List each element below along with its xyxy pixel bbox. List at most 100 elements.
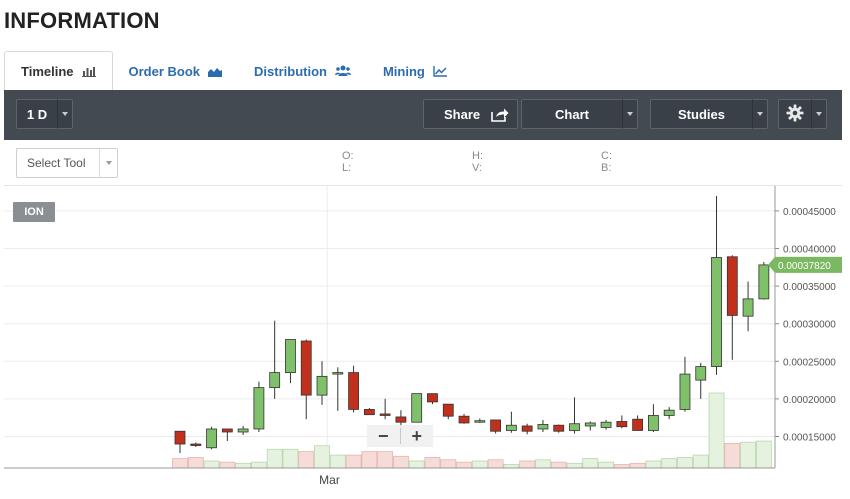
volume-bar bbox=[424, 457, 441, 469]
studies-dropdown-caret[interactable] bbox=[752, 99, 768, 129]
volume-bar bbox=[377, 451, 394, 469]
candle-up bbox=[316, 375, 328, 396]
candle-down bbox=[616, 421, 628, 428]
ohlc-readout-open-low: O: L: bbox=[342, 150, 354, 174]
y-tick-label: 0.00025000 bbox=[783, 357, 836, 368]
line-chart-icon bbox=[433, 65, 447, 77]
tab-distribution[interactable]: Distribution bbox=[238, 51, 367, 91]
volume-bar bbox=[408, 460, 425, 469]
candle-down bbox=[379, 413, 391, 416]
select-tool-dropdown[interactable]: Select Tool bbox=[16, 148, 118, 178]
symbol-badge[interactable]: ION bbox=[13, 202, 55, 222]
candle-down bbox=[490, 419, 502, 432]
users-icon bbox=[334, 65, 351, 77]
volume-bar bbox=[345, 454, 362, 469]
zoom-controls: − + bbox=[367, 425, 433, 447]
volume-bar bbox=[329, 454, 346, 469]
settings-button[interactable] bbox=[778, 99, 812, 129]
candle-up bbox=[332, 372, 344, 375]
volume-bar bbox=[613, 464, 630, 469]
volume-bar bbox=[566, 462, 583, 469]
x-tick-label: Mar bbox=[319, 473, 340, 487]
candle-down bbox=[174, 430, 186, 445]
interval-dropdown-caret[interactable] bbox=[57, 99, 73, 129]
volume-bar bbox=[535, 459, 551, 469]
candle-up bbox=[679, 373, 691, 410]
volume-bar bbox=[692, 454, 709, 469]
volume-bar bbox=[172, 458, 188, 469]
candle-up bbox=[206, 428, 217, 449]
share-icon bbox=[491, 107, 509, 125]
ohlc-readout-close-b: C: B: bbox=[601, 150, 612, 174]
ohlc-readout-high-volume: H: V: bbox=[472, 150, 483, 174]
tab-order-book-label: Order Book bbox=[128, 63, 201, 79]
y-tick-label: 0.00015000 bbox=[783, 433, 836, 444]
tab-bar: Timeline Order Book Distribution Mining bbox=[4, 51, 463, 91]
volume-bar bbox=[677, 457, 693, 469]
candle-down bbox=[395, 416, 407, 423]
y-tick-label: 0.00035000 bbox=[783, 282, 836, 293]
volume-bar bbox=[235, 462, 252, 469]
candle-up bbox=[474, 420, 486, 423]
candle-up bbox=[695, 366, 707, 381]
y-tick-label: 0.00040000 bbox=[783, 245, 836, 256]
ohlc-close-label: C: bbox=[601, 150, 612, 162]
candle-down bbox=[221, 428, 233, 433]
candle-up bbox=[758, 264, 770, 300]
candle-down bbox=[427, 393, 438, 403]
select-tool-caret bbox=[99, 149, 117, 177]
zoom-out-button[interactable]: − bbox=[367, 425, 400, 447]
tab-timeline-label: Timeline bbox=[21, 64, 74, 79]
studies-button[interactable]: Studies bbox=[650, 99, 753, 129]
zoom-in-button[interactable]: + bbox=[400, 425, 433, 447]
candle-down bbox=[632, 418, 644, 431]
candle-up bbox=[505, 424, 517, 431]
y-tick-label: 0.00030000 bbox=[783, 320, 836, 331]
volume-bar bbox=[219, 461, 236, 469]
candle-up bbox=[648, 415, 659, 431]
candle-down bbox=[300, 340, 312, 396]
volume-bar bbox=[724, 442, 741, 469]
candle-up bbox=[742, 298, 754, 317]
interval-button[interactable]: 1 D bbox=[16, 99, 58, 129]
page-title: INFORMATION bbox=[4, 8, 160, 33]
share-button[interactable]: Share bbox=[423, 99, 518, 129]
chart-type-button[interactable]: Chart bbox=[521, 99, 623, 129]
candle-down bbox=[726, 256, 738, 316]
volume-bar bbox=[203, 460, 220, 469]
chart-toolbar: 1 D Share Chart Studies bbox=[4, 90, 842, 140]
chevron-down-icon bbox=[757, 112, 763, 116]
tab-timeline[interactable]: Timeline bbox=[4, 51, 113, 91]
volume-bar bbox=[661, 458, 678, 469]
volume-bar bbox=[519, 460, 536, 469]
candle-up bbox=[600, 421, 612, 428]
volume-bar bbox=[471, 460, 488, 469]
tab-order-book[interactable]: Order Book bbox=[113, 51, 239, 91]
volume-bar bbox=[487, 459, 504, 469]
candle-up bbox=[285, 339, 296, 373]
candle-up bbox=[711, 257, 722, 367]
volume-bar bbox=[550, 461, 567, 469]
ohlc-open-label: O: bbox=[342, 150, 354, 162]
volume-bar bbox=[708, 392, 725, 469]
share-button-label: Share bbox=[444, 106, 481, 122]
area-chart-icon bbox=[208, 66, 223, 77]
volume-bar bbox=[645, 460, 662, 469]
volume-bar bbox=[298, 451, 315, 469]
volume-bar bbox=[740, 441, 756, 469]
chart-type-dropdown-caret[interactable] bbox=[622, 99, 638, 129]
volume-bar bbox=[503, 464, 520, 469]
bar-chart-icon bbox=[81, 66, 96, 77]
chevron-down-icon bbox=[816, 112, 822, 116]
settings-dropdown-caret[interactable] bbox=[811, 99, 827, 129]
ohlc-volume-label: V: bbox=[472, 162, 482, 174]
candle-down bbox=[190, 443, 202, 446]
select-tool-label: Select Tool bbox=[27, 156, 86, 170]
candle-down bbox=[553, 424, 565, 432]
candle-down bbox=[363, 409, 375, 416]
chart-subbar: Select Tool O: L: H: V: C: B: bbox=[4, 140, 842, 186]
candle-up bbox=[537, 424, 549, 430]
volume-bar bbox=[266, 448, 283, 469]
tab-mining[interactable]: Mining bbox=[367, 51, 463, 91]
y-tick-label: 0.00045000 bbox=[783, 207, 836, 218]
